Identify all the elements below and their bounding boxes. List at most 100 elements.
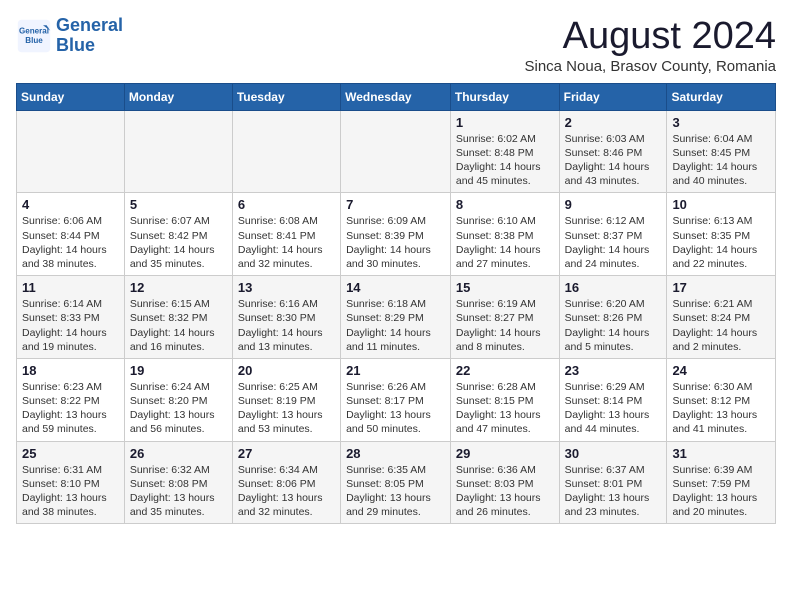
calendar-week-row: 18 Sunrise: 6:23 AM Sunset: 8:22 PM Dayli…: [17, 358, 776, 441]
day-info: Sunrise: 6:15 AM Sunset: 8:32 PM Dayligh…: [130, 297, 227, 354]
day-number: 27: [238, 446, 335, 461]
calendar-table: SundayMondayTuesdayWednesdayThursdayFrid…: [16, 83, 776, 524]
day-number: 17: [672, 280, 770, 295]
calendar-cell: 26 Sunrise: 6:32 AM Sunset: 8:08 PM Dayli…: [124, 441, 232, 524]
day-number: 4: [22, 197, 119, 212]
calendar-cell: 2 Sunrise: 6:03 AM Sunset: 8:46 PM Daylig…: [559, 110, 667, 193]
day-info: Sunrise: 6:18 AM Sunset: 8:29 PM Dayligh…: [346, 297, 445, 354]
calendar-header: SundayMondayTuesdayWednesdayThursdayFrid…: [17, 83, 776, 110]
day-info: Sunrise: 6:37 AM Sunset: 8:01 PM Dayligh…: [565, 463, 662, 520]
day-of-week-header: Friday: [559, 83, 667, 110]
calendar-cell: 10Sunrise: 6:13 AM Sunset: 8:35 PM Dayli…: [667, 193, 776, 276]
day-number: 5: [130, 197, 227, 212]
main-title: August 2024: [524, 16, 776, 58]
day-info: Sunrise: 6:03 AM Sunset: 8:46 PM Dayligh…: [565, 132, 662, 189]
calendar-cell: 5 Sunrise: 6:07 AM Sunset: 8:42 PM Daylig…: [124, 193, 232, 276]
calendar-cell: 31Sunrise: 6:39 AM Sunset: 7:59 PM Dayli…: [667, 441, 776, 524]
title-area: August 2024 Sinca Noua, Brasov County, R…: [524, 16, 776, 75]
day-number: 23: [565, 363, 662, 378]
day-info: Sunrise: 6:31 AM Sunset: 8:10 PM Dayligh…: [22, 463, 119, 520]
day-number: 20: [238, 363, 335, 378]
logo: General Blue GeneralBlue: [16, 16, 123, 56]
day-number: 29: [456, 446, 554, 461]
calendar-cell: 22 Sunrise: 6:28 AM Sunset: 8:15 PM Dayli…: [450, 358, 559, 441]
calendar-cell: 9 Sunrise: 6:12 AM Sunset: 8:37 PM Daylig…: [559, 193, 667, 276]
calendar-week-row: 4 Sunrise: 6:06 AM Sunset: 8:44 PM Daylig…: [17, 193, 776, 276]
day-number: 1: [456, 115, 554, 130]
day-info: Sunrise: 6:39 AM Sunset: 7:59 PM Dayligh…: [672, 463, 770, 520]
calendar-cell: [124, 110, 232, 193]
day-info: Sunrise: 6:21 AM Sunset: 8:24 PM Dayligh…: [672, 297, 770, 354]
calendar-cell: [341, 110, 451, 193]
day-info: Sunrise: 6:30 AM Sunset: 8:12 PM Dayligh…: [672, 380, 770, 437]
day-info: Sunrise: 6:09 AM Sunset: 8:39 PM Dayligh…: [346, 214, 445, 271]
calendar-week-row: 25 Sunrise: 6:31 AM Sunset: 8:10 PM Dayli…: [17, 441, 776, 524]
day-number: 12: [130, 280, 227, 295]
day-of-week-header: Thursday: [450, 83, 559, 110]
days-of-week-row: SundayMondayTuesdayWednesdayThursdayFrid…: [17, 83, 776, 110]
header: General Blue GeneralBlue August 2024 Sin…: [16, 16, 776, 75]
calendar-cell: 4 Sunrise: 6:06 AM Sunset: 8:44 PM Daylig…: [17, 193, 125, 276]
calendar-cell: 21 Sunrise: 6:26 AM Sunset: 8:17 PM Dayli…: [341, 358, 451, 441]
day-info: Sunrise: 6:28 AM Sunset: 8:15 PM Dayligh…: [456, 380, 554, 437]
day-number: 18: [22, 363, 119, 378]
day-info: Sunrise: 6:10 AM Sunset: 8:38 PM Dayligh…: [456, 214, 554, 271]
day-number: 24: [672, 363, 770, 378]
calendar-cell: 16 Sunrise: 6:20 AM Sunset: 8:26 PM Dayli…: [559, 276, 667, 359]
day-of-week-header: Wednesday: [341, 83, 451, 110]
calendar-cell: 29 Sunrise: 6:36 AM Sunset: 8:03 PM Dayli…: [450, 441, 559, 524]
day-number: 22: [456, 363, 554, 378]
day-number: 8: [456, 197, 554, 212]
day-info: Sunrise: 6:36 AM Sunset: 8:03 PM Dayligh…: [456, 463, 554, 520]
day-info: Sunrise: 6:23 AM Sunset: 8:22 PM Dayligh…: [22, 380, 119, 437]
day-number: 19: [130, 363, 227, 378]
day-info: Sunrise: 6:19 AM Sunset: 8:27 PM Dayligh…: [456, 297, 554, 354]
day-number: 25: [22, 446, 119, 461]
day-number: 9: [565, 197, 662, 212]
day-info: Sunrise: 6:26 AM Sunset: 8:17 PM Dayligh…: [346, 380, 445, 437]
calendar-cell: 6Sunrise: 6:08 AM Sunset: 8:41 PM Daylig…: [232, 193, 340, 276]
day-info: Sunrise: 6:12 AM Sunset: 8:37 PM Dayligh…: [565, 214, 662, 271]
day-number: 16: [565, 280, 662, 295]
calendar-cell: 19Sunrise: 6:24 AM Sunset: 8:20 PM Dayli…: [124, 358, 232, 441]
day-info: Sunrise: 6:02 AM Sunset: 8:48 PM Dayligh…: [456, 132, 554, 189]
calendar-cell: 15 Sunrise: 6:19 AM Sunset: 8:27 PM Dayli…: [450, 276, 559, 359]
calendar-cell: 8 Sunrise: 6:10 AM Sunset: 8:38 PM Daylig…: [450, 193, 559, 276]
calendar-cell: 20Sunrise: 6:25 AM Sunset: 8:19 PM Dayli…: [232, 358, 340, 441]
day-number: 21: [346, 363, 445, 378]
day-of-week-header: Monday: [124, 83, 232, 110]
day-number: 26: [130, 446, 227, 461]
day-number: 13: [238, 280, 335, 295]
day-number: 6: [238, 197, 335, 212]
day-info: Sunrise: 6:13 AM Sunset: 8:35 PM Dayligh…: [672, 214, 770, 271]
day-info: Sunrise: 6:20 AM Sunset: 8:26 PM Dayligh…: [565, 297, 662, 354]
day-info: Sunrise: 6:06 AM Sunset: 8:44 PM Dayligh…: [22, 214, 119, 271]
day-info: Sunrise: 6:07 AM Sunset: 8:42 PM Dayligh…: [130, 214, 227, 271]
calendar-cell: 1 Sunrise: 6:02 AM Sunset: 8:48 PM Daylig…: [450, 110, 559, 193]
subtitle: Sinca Noua, Brasov County, Romania: [524, 58, 776, 75]
calendar-cell: 30 Sunrise: 6:37 AM Sunset: 8:01 PM Dayli…: [559, 441, 667, 524]
calendar-cell: 23Sunrise: 6:29 AM Sunset: 8:14 PM Dayli…: [559, 358, 667, 441]
calendar-cell: 14 Sunrise: 6:18 AM Sunset: 8:29 PM Dayli…: [341, 276, 451, 359]
day-number: 28: [346, 446, 445, 461]
calendar-cell: 25 Sunrise: 6:31 AM Sunset: 8:10 PM Dayli…: [17, 441, 125, 524]
svg-text:General: General: [19, 26, 49, 35]
day-of-week-header: Sunday: [17, 83, 125, 110]
day-of-week-header: Tuesday: [232, 83, 340, 110]
logo-text: GeneralBlue: [56, 16, 123, 56]
day-info: Sunrise: 6:14 AM Sunset: 8:33 PM Dayligh…: [22, 297, 119, 354]
day-info: Sunrise: 6:35 AM Sunset: 8:05 PM Dayligh…: [346, 463, 445, 520]
day-info: Sunrise: 6:16 AM Sunset: 8:30 PM Dayligh…: [238, 297, 335, 354]
day-number: 15: [456, 280, 554, 295]
day-number: 30: [565, 446, 662, 461]
calendar-cell: 24 Sunrise: 6:30 AM Sunset: 8:12 PM Dayli…: [667, 358, 776, 441]
day-number: 3: [672, 115, 770, 130]
calendar-cell: [17, 110, 125, 193]
day-info: Sunrise: 6:34 AM Sunset: 8:06 PM Dayligh…: [238, 463, 335, 520]
day-info: Sunrise: 6:04 AM Sunset: 8:45 PM Dayligh…: [672, 132, 770, 189]
calendar-cell: [232, 110, 340, 193]
day-info: Sunrise: 6:32 AM Sunset: 8:08 PM Dayligh…: [130, 463, 227, 520]
calendar-cell: 12 Sunrise: 6:15 AM Sunset: 8:32 PM Dayli…: [124, 276, 232, 359]
day-number: 14: [346, 280, 445, 295]
day-number: 2: [565, 115, 662, 130]
